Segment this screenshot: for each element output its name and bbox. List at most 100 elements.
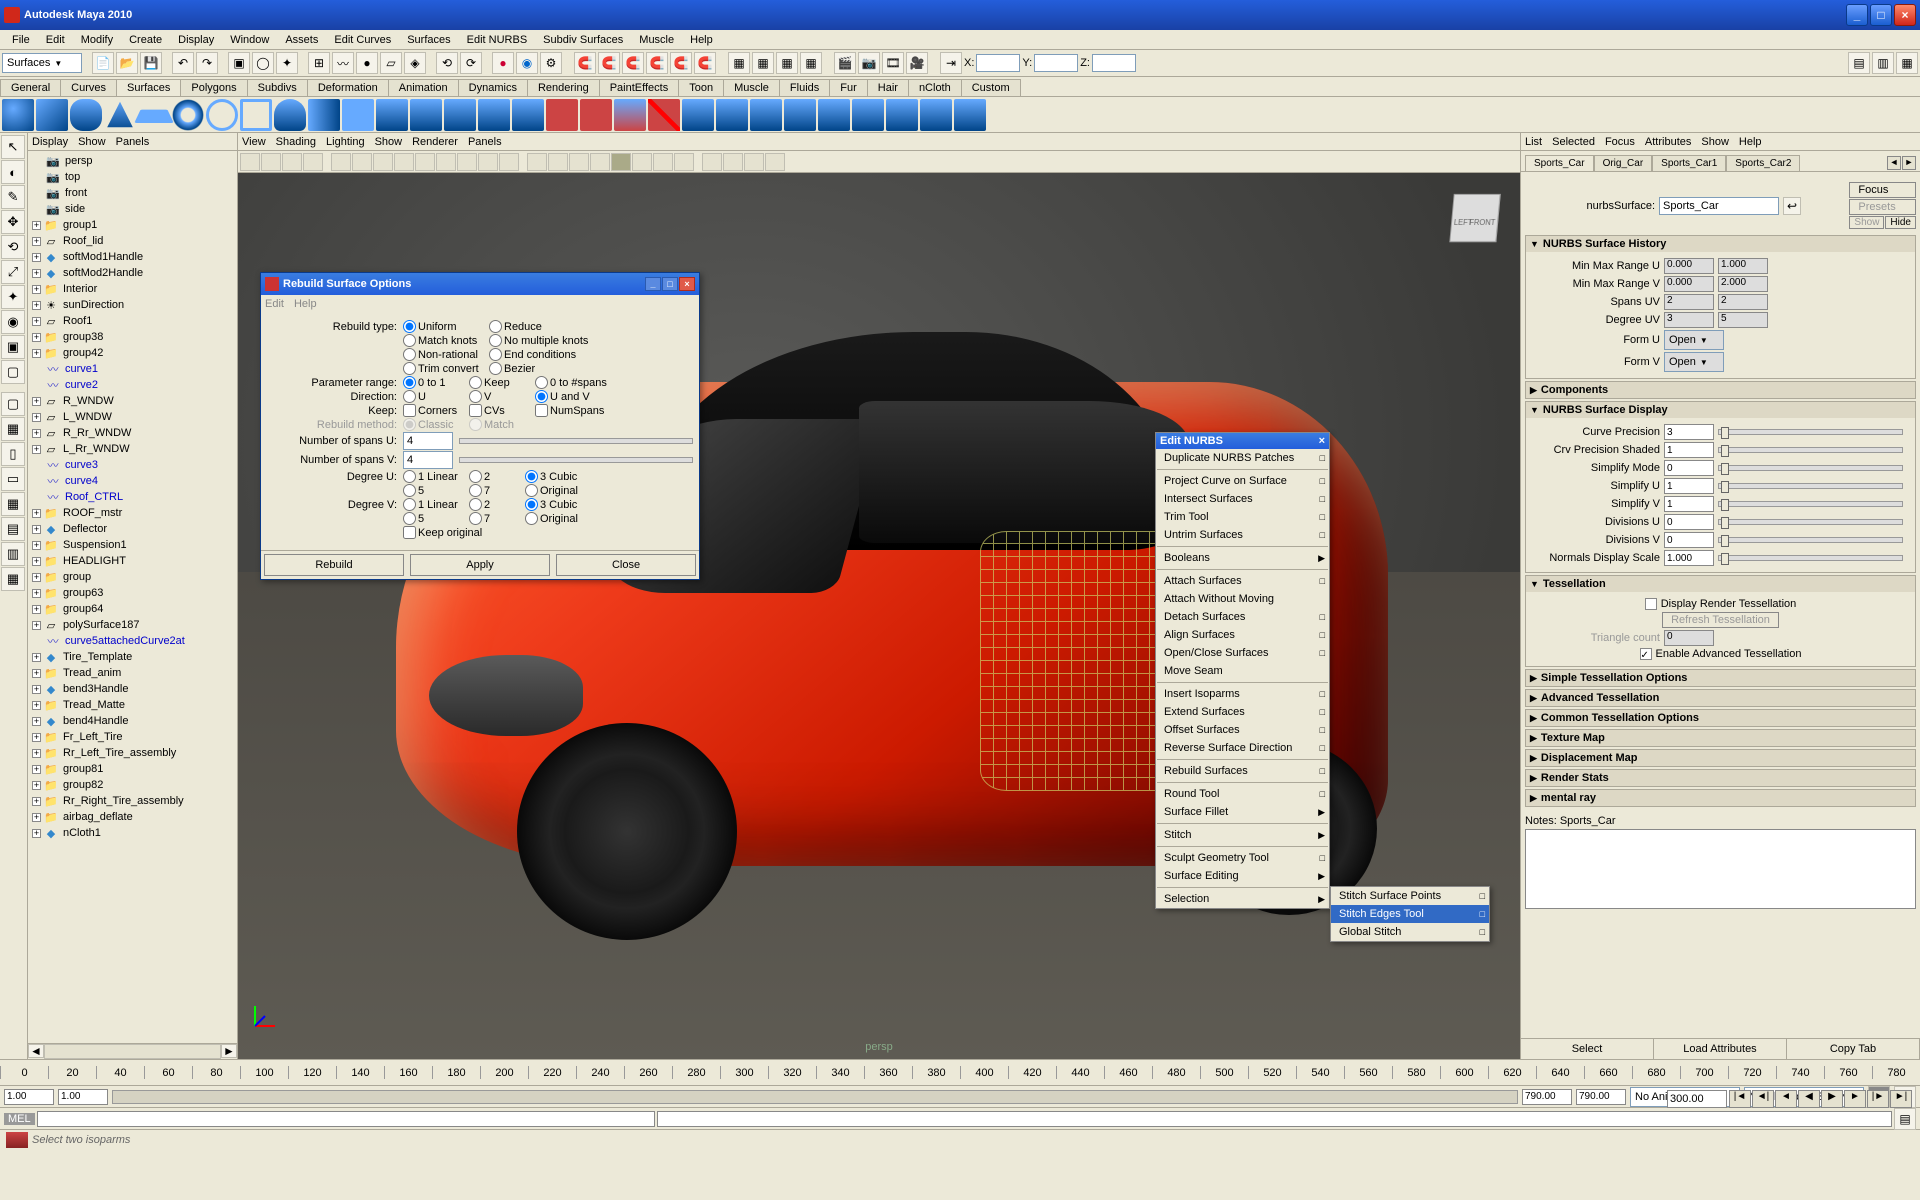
tool-snap-plane[interactable]: ▱ bbox=[380, 52, 402, 74]
option-box-icon[interactable]: □ bbox=[1320, 707, 1325, 717]
menu-file[interactable]: File bbox=[4, 32, 38, 48]
layout-outliner[interactable]: ▤ bbox=[1, 517, 25, 541]
option-box-icon[interactable]: □ bbox=[1480, 909, 1485, 919]
option-box-icon[interactable]: □ bbox=[1320, 530, 1325, 540]
shelf-bevel[interactable] bbox=[478, 99, 510, 131]
menu-muscle[interactable]: Muscle bbox=[631, 32, 682, 48]
shelf-tab-rendering[interactable]: Rendering bbox=[527, 79, 600, 96]
outliner-item[interactable]: +📁group82 bbox=[30, 777, 235, 793]
tool-paint[interactable]: ✎ bbox=[1, 185, 25, 209]
attr-menu-attributes[interactable]: Attributes bbox=[1645, 136, 1691, 148]
val-crvshaded[interactable] bbox=[1664, 442, 1714, 458]
slider-normscale[interactable] bbox=[1718, 555, 1903, 561]
step-back-button[interactable]: ◄ bbox=[1775, 1090, 1797, 1108]
radio-degu-3[interactable]: 3 Cubic bbox=[525, 470, 595, 483]
menu-item[interactable]: Sculpt Geometry Tool□ bbox=[1156, 849, 1329, 867]
slider-simpv[interactable] bbox=[1718, 501, 1903, 507]
expand-icon[interactable]: + bbox=[32, 509, 41, 518]
btn-refresh-tess[interactable]: Refresh Tessellation bbox=[1662, 612, 1779, 628]
outliner-item[interactable]: +▱R_WNDW bbox=[30, 393, 235, 409]
shelf-sculpt[interactable] bbox=[954, 99, 986, 131]
attr-select-button[interactable]: Select bbox=[1521, 1039, 1654, 1059]
tool-layout-d[interactable]: ▦ bbox=[800, 52, 822, 74]
expand-icon[interactable]: + bbox=[32, 813, 41, 822]
attr-tab-2[interactable]: Sports_Car1 bbox=[1652, 155, 1726, 171]
layout-single[interactable]: ▢ bbox=[1, 392, 25, 416]
shelf-tab-surfaces[interactable]: Surfaces bbox=[116, 79, 181, 96]
radio-degv-7[interactable]: 7 bbox=[469, 512, 519, 525]
outliner-item[interactable]: +◆softMod2Handle bbox=[30, 265, 235, 281]
outliner-item[interactable]: +📁group1 bbox=[30, 217, 235, 233]
radio-degv-orig[interactable]: Original bbox=[525, 512, 595, 525]
outliner-item[interactable]: +📁Fr_Left_Tire bbox=[30, 729, 235, 745]
radio-dir-uv[interactable]: U and V bbox=[535, 390, 625, 403]
shelf-tab-fur[interactable]: Fur bbox=[829, 79, 868, 96]
vp-tool-24[interactable] bbox=[744, 153, 764, 171]
section-common-tess-header[interactable]: ▶Common Tessellation Options bbox=[1526, 710, 1915, 726]
expand-icon[interactable]: + bbox=[32, 605, 41, 614]
section-mental-ray-header[interactable]: ▶mental ray bbox=[1526, 790, 1915, 806]
section-render-stats-header[interactable]: ▶Render Stats bbox=[1526, 770, 1915, 786]
outliner-menu-show[interactable]: Show bbox=[78, 136, 106, 148]
slider-crvshaded[interactable] bbox=[1718, 447, 1903, 453]
cmd-input[interactable] bbox=[37, 1111, 655, 1127]
outliner-item[interactable]: +▱L_Rr_WNDW bbox=[30, 441, 235, 457]
step-fwd-key-button[interactable]: |► bbox=[1867, 1090, 1889, 1108]
vp-tool-21[interactable] bbox=[674, 153, 694, 171]
vp-tool-2[interactable] bbox=[261, 153, 281, 171]
vp-tool-18[interactable] bbox=[611, 153, 631, 171]
tool-sidebar-c[interactable]: ▦ bbox=[1896, 52, 1918, 74]
shelf-extrude[interactable] bbox=[376, 99, 408, 131]
dialog-close-button[interactable]: × bbox=[679, 277, 695, 291]
vp-tool-13[interactable] bbox=[499, 153, 519, 171]
attr-copy-button[interactable]: Copy Tab bbox=[1787, 1039, 1920, 1059]
shelf-stitch[interactable] bbox=[920, 99, 952, 131]
val-divv[interactable] bbox=[1664, 532, 1714, 548]
attr-menu-help[interactable]: Help bbox=[1739, 136, 1762, 148]
tool-history-toggle[interactable]: ⟲ bbox=[436, 52, 458, 74]
slider-spans-v[interactable] bbox=[459, 457, 693, 463]
outliner-item[interactable]: +📁group42 bbox=[30, 345, 235, 361]
tool-camera[interactable]: 📷 bbox=[858, 52, 880, 74]
outliner-item[interactable]: +◆bend3Handle bbox=[30, 681, 235, 697]
attr-tab-prev[interactable]: ◄ bbox=[1887, 156, 1901, 170]
shelf-tab-deformation[interactable]: Deformation bbox=[307, 79, 389, 96]
option-box-icon[interactable]: □ bbox=[1320, 789, 1325, 799]
outliner-item[interactable]: 〰curve2 bbox=[30, 377, 235, 393]
range-start-field[interactable] bbox=[4, 1089, 54, 1105]
tool-paint-select[interactable]: ✦ bbox=[276, 52, 298, 74]
outliner-item[interactable]: +📁Tread_Matte bbox=[30, 697, 235, 713]
vp-tool-12[interactable] bbox=[478, 153, 498, 171]
cb-numspans[interactable]: NumSpans bbox=[535, 404, 625, 417]
menu-item[interactable]: Stitch▶ bbox=[1156, 826, 1329, 844]
expand-icon[interactable]: + bbox=[32, 573, 41, 582]
radio-keep[interactable]: Keep bbox=[469, 376, 529, 389]
outliner-item[interactable]: +◆Deflector bbox=[30, 521, 235, 537]
range-anim-end-field[interactable] bbox=[1522, 1089, 1572, 1105]
tool-layout-b[interactable]: ▦ bbox=[752, 52, 774, 74]
menu-item[interactable]: Booleans▶ bbox=[1156, 549, 1329, 567]
apply-button[interactable]: Apply bbox=[410, 554, 550, 576]
outliner-item[interactable]: +📁group bbox=[30, 569, 235, 585]
dialog-maximize-button[interactable]: □ bbox=[662, 277, 678, 291]
section-simple-tess-header[interactable]: ▶Simple Tessellation Options bbox=[1526, 670, 1915, 686]
expand-icon[interactable]: + bbox=[32, 285, 41, 294]
outliner-item[interactable]: +📁Rr_Left_Tire_assembly bbox=[30, 745, 235, 761]
tool-snap-point[interactable]: ● bbox=[356, 52, 378, 74]
shelf-cylinder[interactable] bbox=[70, 99, 102, 131]
section-adv-tess-header[interactable]: ▶Advanced Tessellation bbox=[1526, 690, 1915, 706]
tool-ipr[interactable]: ◉ bbox=[516, 52, 538, 74]
radio-trim-convert[interactable]: Trim convert bbox=[403, 362, 483, 375]
minimize-button[interactable]: _ bbox=[1846, 4, 1868, 26]
outliner-item[interactable]: +📁group64 bbox=[30, 601, 235, 617]
option-box-icon[interactable]: □ bbox=[1320, 853, 1325, 863]
section-tex-map-header[interactable]: ▶Texture Map bbox=[1526, 730, 1915, 746]
radio-degu-5[interactable]: 5 bbox=[403, 484, 463, 497]
viewcube[interactable]: LEFT FRONT bbox=[1449, 194, 1500, 242]
attr-focus-button[interactable]: Focus bbox=[1849, 182, 1916, 198]
expand-icon[interactable]: + bbox=[32, 333, 41, 342]
tool-new-scene[interactable]: 📄 bbox=[92, 52, 114, 74]
tool-snap-live[interactable]: ◈ bbox=[404, 52, 426, 74]
tool-render-settings[interactable]: ⚙ bbox=[540, 52, 562, 74]
option-box-icon[interactable]: □ bbox=[1320, 743, 1325, 753]
